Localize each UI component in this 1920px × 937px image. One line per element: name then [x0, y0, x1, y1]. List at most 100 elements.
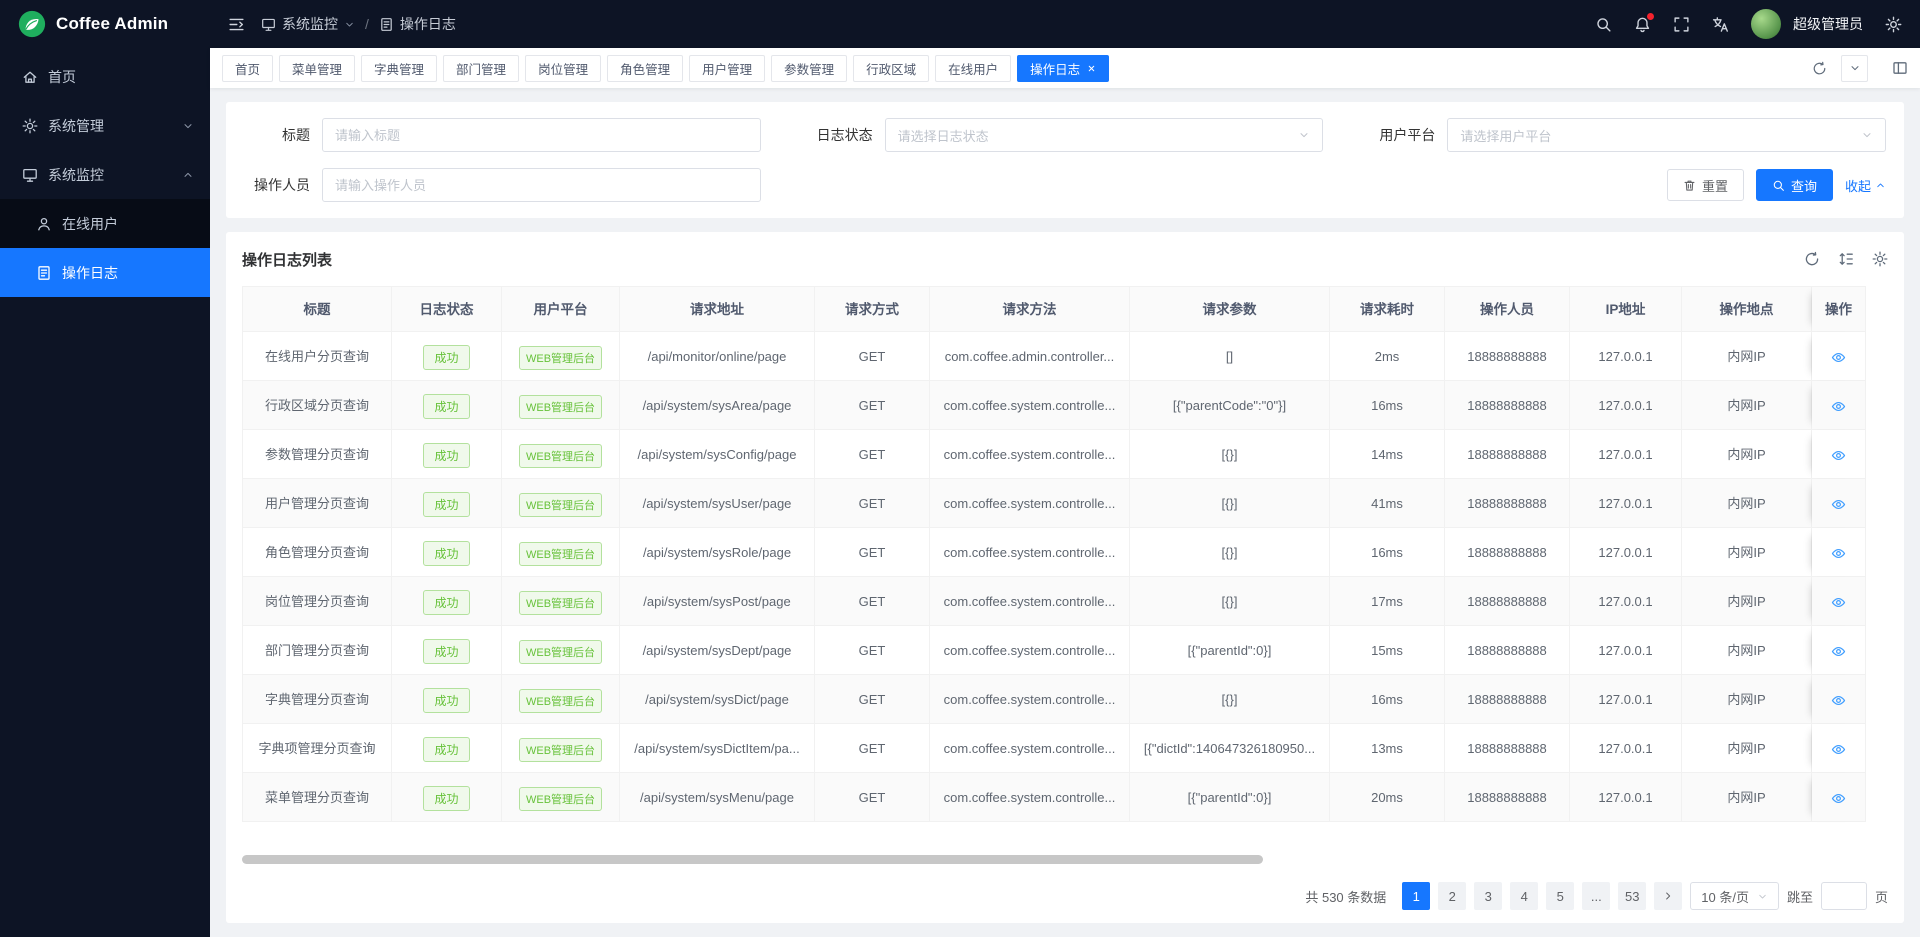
search-icon[interactable]: [1595, 16, 1612, 33]
operator-input-control[interactable]: [335, 178, 748, 193]
tab-部门管理[interactable]: 部门管理: [443, 55, 519, 82]
chevron-down-icon: [1757, 891, 1768, 902]
status-badge: 成功: [423, 443, 469, 468]
platform-badge: WEB管理后台: [519, 444, 602, 468]
breadcrumb-item-operation-log[interactable]: 操作日志: [379, 14, 456, 34]
collapse-filter-link[interactable]: 收起: [1845, 176, 1886, 195]
refresh-tab-button[interactable]: [1812, 61, 1827, 76]
platform-select[interactable]: 请选择用户平台: [1447, 118, 1886, 152]
layout-toggle-button[interactable]: [1892, 60, 1908, 76]
cell-status: 成功: [392, 626, 502, 675]
status-select-placeholder: 请选择日志状态: [898, 126, 989, 145]
view-detail-button[interactable]: [1831, 546, 1846, 561]
sidebar-item-system-monitor[interactable]: 系统监控: [0, 150, 210, 199]
cell-operator: 18888888888: [1445, 773, 1570, 822]
view-detail-button[interactable]: [1831, 350, 1846, 365]
view-detail-button[interactable]: [1831, 742, 1846, 757]
cell-duration: 2ms: [1330, 332, 1445, 381]
view-detail-button[interactable]: [1831, 644, 1846, 659]
sidebar-item-label: 在线用户: [62, 214, 194, 234]
jump-page-input[interactable]: [1821, 882, 1867, 910]
column-header-platform: 用户平台: [502, 286, 620, 332]
refresh-icon: [1812, 61, 1827, 76]
tab-字典管理[interactable]: 字典管理: [361, 55, 437, 82]
cell-url: /api/system/sysPost/page: [620, 577, 815, 626]
page-button-5[interactable]: 5: [1546, 882, 1574, 910]
collapse-sidebar-icon[interactable]: [228, 16, 245, 33]
cell-params: []: [1130, 332, 1330, 381]
cell-action: [1812, 332, 1866, 381]
page-button-53[interactable]: 53: [1618, 882, 1646, 910]
tab-角色管理[interactable]: 角色管理: [607, 55, 683, 82]
avatar[interactable]: [1751, 9, 1781, 39]
cell-location: 内网IP: [1682, 479, 1812, 528]
breadcrumb-item-system-monitor[interactable]: 系统监控: [261, 14, 355, 34]
tab-岗位管理[interactable]: 岗位管理: [525, 55, 601, 82]
horizontal-scrollbar[interactable]: [242, 855, 1263, 864]
cell-url: /api/system/sysDict/page: [620, 675, 815, 724]
cell-platform: WEB管理后台: [502, 528, 620, 577]
tab-label: 岗位管理: [538, 59, 588, 78]
tab-options-button[interactable]: [1841, 55, 1868, 82]
filter-panel: 标题 日志状态 请选择日志状态 用户平台 请选择用户平台: [226, 102, 1904, 218]
status-badge: 成功: [423, 541, 469, 566]
tab-用户管理[interactable]: 用户管理: [689, 55, 765, 82]
page-ellipsis[interactable]: ...: [1582, 882, 1610, 910]
pagination-total: 共 530 条数据: [1305, 887, 1386, 906]
cell-platform: WEB管理后台: [502, 724, 620, 773]
view-detail-button[interactable]: [1831, 399, 1846, 414]
cell-title: 参数管理分页查询: [242, 430, 392, 479]
tab-行政区域[interactable]: 行政区域: [853, 55, 929, 82]
app-title: Coffee Admin: [56, 14, 168, 34]
cell-title: 菜单管理分页查询: [242, 773, 392, 822]
pagination: 共 530 条数据 12345...53 10 条/页 跳至 页: [242, 869, 1888, 923]
operator-input[interactable]: [322, 168, 761, 202]
sidebar-item-online-users[interactable]: 在线用户: [0, 199, 210, 248]
status-select[interactable]: 请选择日志状态: [885, 118, 1324, 152]
view-detail-button[interactable]: [1831, 448, 1846, 463]
cell-method: GET: [815, 528, 930, 577]
view-detail-button[interactable]: [1831, 595, 1846, 610]
cell-action: [1812, 773, 1866, 822]
page-size-select[interactable]: 10 条/页: [1690, 882, 1779, 910]
cell-url: /api/system/sysDept/page: [620, 626, 815, 675]
status-badge: 成功: [423, 492, 469, 517]
sidebar-item-operation-log[interactable]: 操作日志: [0, 248, 210, 297]
tab-操作日志[interactable]: 操作日志: [1017, 55, 1109, 82]
page-button-3[interactable]: 3: [1474, 882, 1502, 910]
view-detail-button[interactable]: [1831, 497, 1846, 512]
view-detail-button[interactable]: [1831, 791, 1846, 806]
settings-icon[interactable]: [1885, 16, 1902, 33]
next-page-button[interactable]: [1654, 882, 1682, 910]
tab-首页[interactable]: 首页: [222, 55, 273, 82]
translate-icon[interactable]: [1712, 16, 1729, 33]
cell-operator: 18888888888: [1445, 381, 1570, 430]
status-badge: 成功: [423, 786, 469, 811]
cell-action: [1812, 577, 1866, 626]
refresh-table-icon[interactable]: [1804, 251, 1820, 267]
tab-参数管理[interactable]: 参数管理: [771, 55, 847, 82]
cell-title: 角色管理分页查询: [242, 528, 392, 577]
view-detail-button[interactable]: [1831, 693, 1846, 708]
sidebar-item-home[interactable]: 首页: [0, 52, 210, 101]
query-button[interactable]: 查询: [1756, 169, 1833, 201]
reset-button[interactable]: 重置: [1667, 169, 1744, 201]
page-button-4[interactable]: 4: [1510, 882, 1538, 910]
close-icon[interactable]: [1087, 64, 1096, 73]
fullscreen-icon[interactable]: [1673, 16, 1690, 33]
cell-platform: WEB管理后台: [502, 626, 620, 675]
cell-title: 用户管理分页查询: [242, 479, 392, 528]
title-input[interactable]: [322, 118, 761, 152]
cell-title: 岗位管理分页查询: [242, 577, 392, 626]
title-input-control[interactable]: [335, 128, 748, 143]
platform-badge: WEB管理后台: [519, 640, 602, 664]
page-button-2[interactable]: 2: [1438, 882, 1466, 910]
page-button-1[interactable]: 1: [1402, 882, 1430, 910]
row-density-icon[interactable]: [1838, 251, 1854, 267]
sidebar-item-system-management[interactable]: 系统管理: [0, 101, 210, 150]
column-settings-icon[interactable]: [1872, 251, 1888, 267]
tab-菜单管理[interactable]: 菜单管理: [279, 55, 355, 82]
notifications-button[interactable]: [1634, 16, 1651, 33]
tab-在线用户[interactable]: 在线用户: [935, 55, 1011, 82]
cell-duration: 15ms: [1330, 626, 1445, 675]
